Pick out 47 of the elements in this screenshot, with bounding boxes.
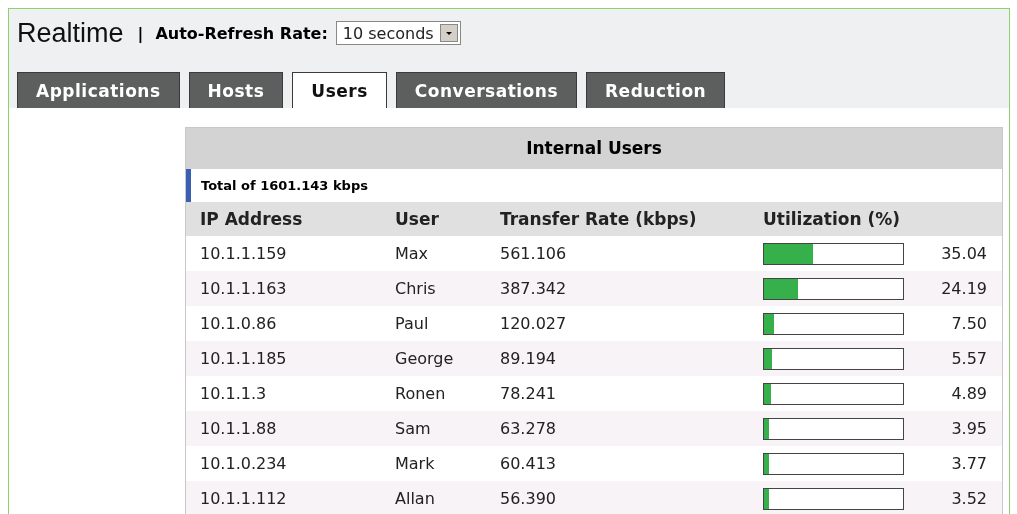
table-cell-text: 10.1.1.88 — [200, 419, 278, 438]
table-cell-text: Mark — [395, 454, 436, 473]
separator: | — [137, 23, 144, 43]
table-cell-text: 4.89 — [950, 384, 987, 403]
tab[interactable]: Hosts — [188, 72, 284, 108]
table-title: Internal Users — [186, 128, 1002, 169]
table-cell-text: 3.77 — [950, 454, 987, 473]
page-title: Realtime — [17, 17, 124, 49]
column-header: User — [395, 209, 440, 229]
tab[interactable]: Reduction — [586, 72, 726, 108]
table-cell-text: 7.50 — [950, 314, 987, 333]
table-cell-text: Paul — [395, 314, 430, 333]
table-cell-text: 35.04 — [940, 244, 987, 263]
table-cell-text: 63.278 — [500, 419, 557, 438]
table-cell-text: 387.342 — [500, 279, 568, 298]
tab[interactable]: Users — [292, 72, 387, 108]
table-cell-text: 5.57 — [950, 349, 987, 368]
table-cell-text: 24.19 — [940, 279, 987, 298]
refresh-rate-dropdown[interactable]: 10 seconds — [335, 21, 461, 45]
table-cell-text: 10.1.1.185 — [200, 349, 288, 368]
table-cell-text: 78.241 — [500, 384, 557, 403]
table-cell-text: George — [395, 349, 455, 368]
column-header: Transfer Rate (kbps) — [500, 209, 698, 229]
column-header: Utilization (%) — [763, 209, 900, 229]
table-cell-text: 120.027 — [500, 314, 568, 333]
table-cell-text: Max — [395, 244, 430, 263]
table-cell-text: 60.413 — [500, 454, 557, 473]
table-cell-text: 10.1.1.3 — [200, 384, 268, 403]
table-cell-text: 10.1.1.163 — [200, 279, 288, 298]
table-cell-text: 89.194 — [500, 349, 557, 368]
total-rate: Total of 1601.143 kbps — [201, 178, 368, 193]
column-header: IP Address — [200, 209, 304, 229]
refresh-label: Auto-Refresh Rate: — [155, 23, 328, 43]
table-cell-text: 561.106 — [500, 244, 568, 263]
table-cell-text: 3.52 — [950, 489, 987, 508]
table-cell-text: 3.95 — [950, 419, 987, 438]
tab[interactable]: Applications — [17, 72, 180, 108]
table-cell-text: 56.390 — [500, 489, 557, 508]
table-cell-text: Ronen — [395, 384, 447, 403]
table-cell-text: 10.1.0.86 — [200, 314, 278, 333]
table-cell-text: 10.1.0.234 — [200, 454, 288, 473]
table-cell-text: Chris — [395, 279, 437, 298]
table-cell-text: Allan — [395, 489, 436, 508]
table-cell-text: 10.1.1.112 — [200, 489, 288, 508]
table-cell-text: Sam — [395, 419, 432, 438]
table-cell-text: 10.1.1.159 — [200, 244, 288, 263]
tab[interactable]: Conversations — [395, 72, 577, 108]
